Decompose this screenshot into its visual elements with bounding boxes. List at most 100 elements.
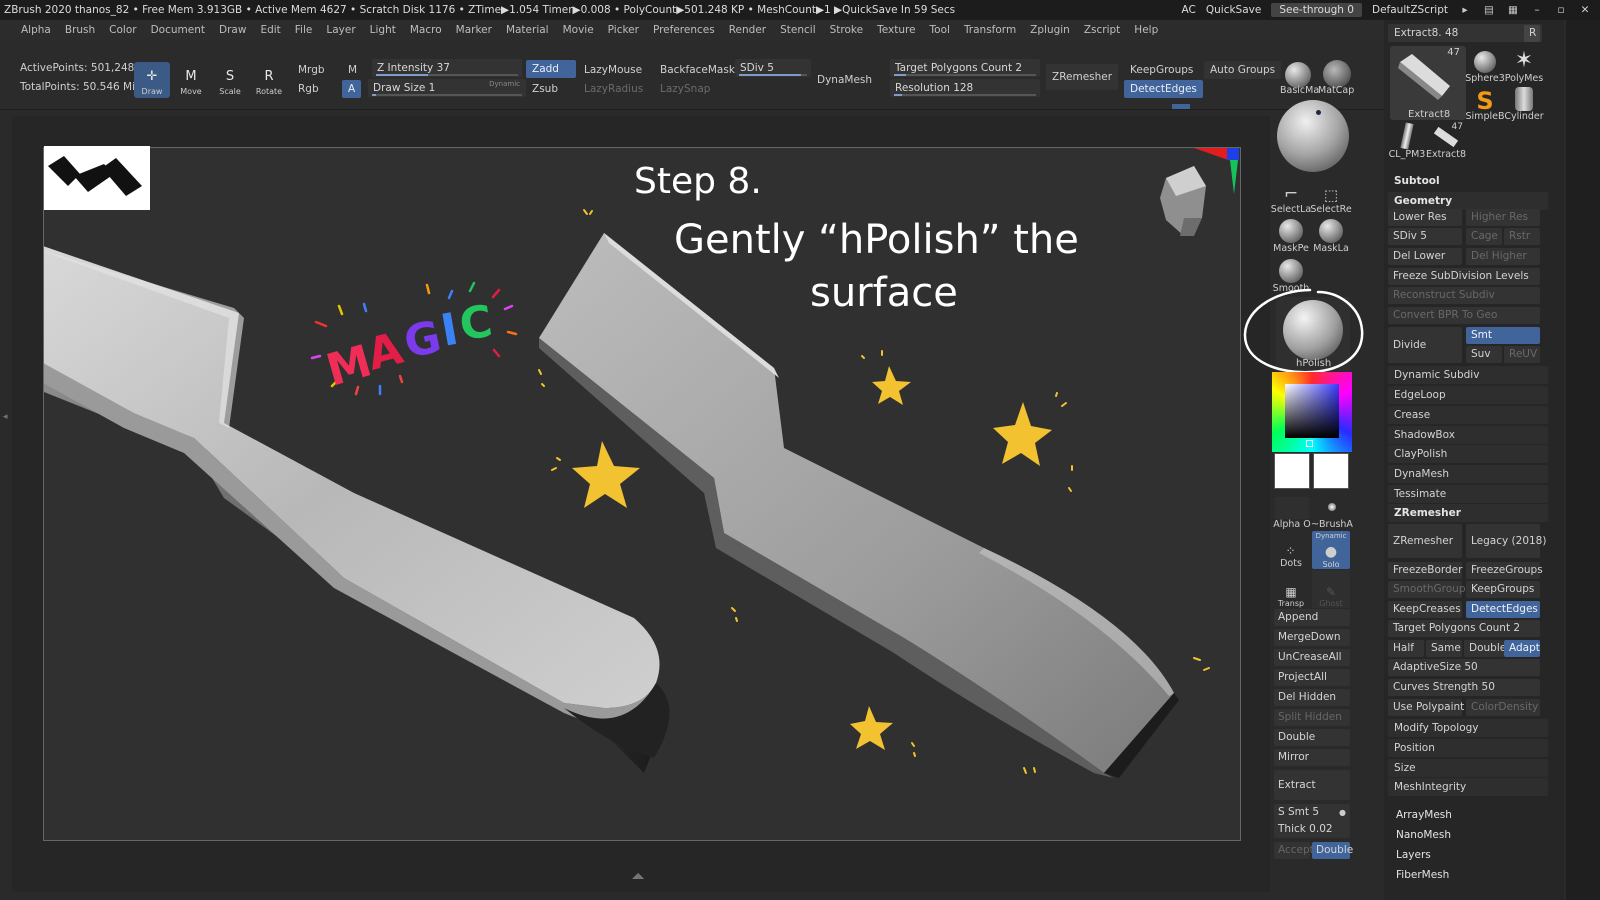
smoothgroups-slider[interactable]: SmoothGroups	[1388, 581, 1471, 598]
menu-texture[interactable]: Texture	[870, 24, 922, 36]
freeze-subdivision-button[interactable]: Freeze SubDivision Levels	[1388, 268, 1540, 285]
menu-stroke[interactable]: Stroke	[823, 24, 870, 36]
subtool-thumb-extract8[interactable]: 47 Extract8	[1390, 46, 1466, 120]
sdiv-geometry-slider[interactable]: SDiv 5	[1388, 228, 1462, 245]
menu-stencil[interactable]: Stencil	[773, 24, 823, 36]
zremesher-section[interactable]: ZRemesher	[1388, 504, 1548, 522]
lower-res-button[interactable]: Lower Res	[1388, 209, 1462, 226]
shelf-scroll-handle[interactable]	[1172, 104, 1190, 109]
draw-size-slider[interactable]: Draw Size 1 Dynamic	[368, 79, 526, 97]
lazyradius-slider[interactable]: LazyRadius	[578, 80, 649, 98]
mask-lasso-tool[interactable]: MaskLa	[1312, 216, 1350, 254]
reuv-toggle[interactable]: ReUV	[1504, 346, 1540, 363]
menu-toggle-icon[interactable]: ▸	[1458, 4, 1472, 16]
convert-bpr-button[interactable]: Convert BPR To Geo	[1388, 307, 1540, 324]
resolution-slider[interactable]: Resolution 128	[890, 79, 1040, 97]
keepgroups-panel-button[interactable]: KeepGroups	[1466, 581, 1540, 598]
extract-double-button[interactable]: Double	[1312, 842, 1353, 859]
menu-light[interactable]: Light	[363, 24, 403, 36]
geometry-section[interactable]: Geometry	[1388, 192, 1548, 210]
modify-topology-section[interactable]: Modify Topology	[1388, 719, 1548, 737]
scale-mode-button[interactable]: S Scale	[212, 62, 248, 98]
accept-button[interactable]: Accept	[1274, 842, 1314, 859]
maximize-icon[interactable]: ▫	[1554, 4, 1568, 16]
target-polygons-slider[interactable]: Target Polygons Count 2	[890, 59, 1040, 77]
tool-thumb-polymesh[interactable]: ✶ PolyMes	[1505, 46, 1543, 84]
dynamic-label[interactable]: Dynamic	[489, 75, 520, 93]
tool-thumb-extract8-small[interactable]: 47 Extract8	[1426, 122, 1466, 160]
select-rect-tool[interactable]: ⬚ SelectRe	[1310, 177, 1351, 215]
alpha-off-slot[interactable]: Alpha O	[1272, 492, 1312, 530]
quicksave-button[interactable]: QuickSave	[1206, 4, 1261, 16]
menu-macro[interactable]: Macro	[403, 24, 449, 36]
dynamic-subdiv-section[interactable]: Dynamic Subdiv	[1388, 366, 1548, 384]
thick-slider[interactable]: Thick 0.02	[1274, 821, 1350, 838]
meshintegrity-section[interactable]: MeshIntegrity	[1388, 778, 1548, 796]
fibermesh-section[interactable]: FiberMesh	[1390, 866, 1550, 884]
color-picker-square[interactable]	[1285, 384, 1339, 438]
menu-help[interactable]: Help	[1127, 24, 1165, 36]
brush-alpha-slot[interactable]: ~BrushA	[1311, 492, 1353, 530]
a-button[interactable]: A	[342, 80, 362, 98]
adaptive-size-slider[interactable]: AdaptiveSize 50	[1388, 659, 1540, 676]
split-hidden-button[interactable]: Split Hidden	[1274, 709, 1350, 726]
suv-toggle[interactable]: Suv	[1466, 346, 1502, 363]
menu-preferences[interactable]: Preferences	[646, 24, 722, 36]
project-all-button[interactable]: ProjectAll	[1274, 669, 1350, 686]
legacy-2018-button[interactable]: Legacy (2018)	[1466, 524, 1546, 558]
active-material-sphere[interactable]	[1277, 100, 1349, 172]
higher-res-button[interactable]: Higher Res	[1466, 209, 1540, 226]
move-mode-button[interactable]: M Move	[173, 62, 209, 98]
freezegroups-button[interactable]: FreezeGroups	[1466, 562, 1543, 579]
close-icon[interactable]: ✕	[1578, 4, 1592, 16]
menu-brush[interactable]: Brush	[58, 24, 102, 36]
detect-edges-button[interactable]: DetectEdges	[1124, 80, 1203, 98]
palette-icon[interactable]: ▦	[1506, 4, 1520, 16]
position-section[interactable]: Position	[1388, 739, 1548, 757]
keepcreases-button[interactable]: KeepCreases	[1388, 601, 1462, 618]
edgeloop-section[interactable]: EdgeLoop	[1388, 386, 1548, 404]
menu-file[interactable]: File	[288, 24, 320, 36]
size-section[interactable]: Size	[1388, 759, 1548, 777]
keepgroups-button[interactable]: KeepGroups	[1124, 61, 1199, 79]
menu-transform[interactable]: Transform	[957, 24, 1023, 36]
rotate-mode-button[interactable]: R Rotate	[251, 62, 287, 98]
del-lower-button[interactable]: Del Lower	[1388, 248, 1462, 265]
target-polygons-panel-slider[interactable]: Target Polygons Count 2	[1388, 620, 1540, 637]
menu-document[interactable]: Document	[144, 24, 212, 36]
double-panel-button[interactable]: Double	[1464, 640, 1506, 657]
zsub-button[interactable]: Zsub	[526, 80, 564, 98]
default-zscript-button[interactable]: DefaultZScript	[1372, 4, 1448, 16]
same-button[interactable]: Same	[1426, 640, 1462, 657]
tessimate-section[interactable]: Tessimate	[1388, 485, 1548, 503]
see-through-slider[interactable]: See-through 0	[1271, 3, 1362, 17]
color-density-slider[interactable]: ColorDensity	[1466, 699, 1540, 716]
curves-strength-slider[interactable]: Curves Strength 50	[1388, 679, 1540, 696]
mirror-button[interactable]: Mirror	[1274, 749, 1350, 766]
menu-picker[interactable]: Picker	[601, 24, 646, 36]
m-button[interactable]: M	[342, 61, 363, 79]
crease-section[interactable]: Crease	[1388, 406, 1548, 424]
layout-icon[interactable]: ▤	[1482, 4, 1496, 16]
minimize-icon[interactable]: –	[1530, 4, 1544, 16]
layers-section[interactable]: Layers	[1390, 846, 1550, 864]
freezeborder-button[interactable]: FreezeBorder	[1388, 562, 1462, 579]
canvas-viewport[interactable]: M A G I C Step 8. Gently “hPolish” the s…	[43, 147, 1241, 841]
del-hidden-button[interactable]: Del Hidden	[1274, 689, 1350, 706]
append-button[interactable]: Append	[1274, 609, 1350, 626]
dynamesh-section[interactable]: DynaMesh	[1388, 465, 1548, 483]
rgb-button[interactable]: Rgb	[292, 80, 325, 98]
subtool-section[interactable]: Subtool	[1388, 172, 1548, 190]
smt-toggle[interactable]: Smt	[1466, 327, 1540, 344]
detectedges-panel-button[interactable]: DetectEdges	[1466, 601, 1540, 618]
color-picker-marker[interactable]	[1306, 440, 1313, 447]
arraymesh-section[interactable]: ArrayMesh	[1390, 806, 1550, 824]
menu-edit[interactable]: Edit	[253, 24, 287, 36]
menu-color[interactable]: Color	[102, 24, 143, 36]
sdiv-slider[interactable]: SDiv 5	[735, 59, 811, 77]
tool-r-button[interactable]: R	[1524, 25, 1540, 42]
dynamesh-button[interactable]: DynaMesh	[811, 71, 878, 89]
select-lasso-tool[interactable]: ⌐ SelectLa	[1271, 177, 1311, 215]
menu-draw[interactable]: Draw	[212, 24, 253, 36]
backface-mask-button[interactable]: BackfaceMask	[654, 61, 741, 79]
